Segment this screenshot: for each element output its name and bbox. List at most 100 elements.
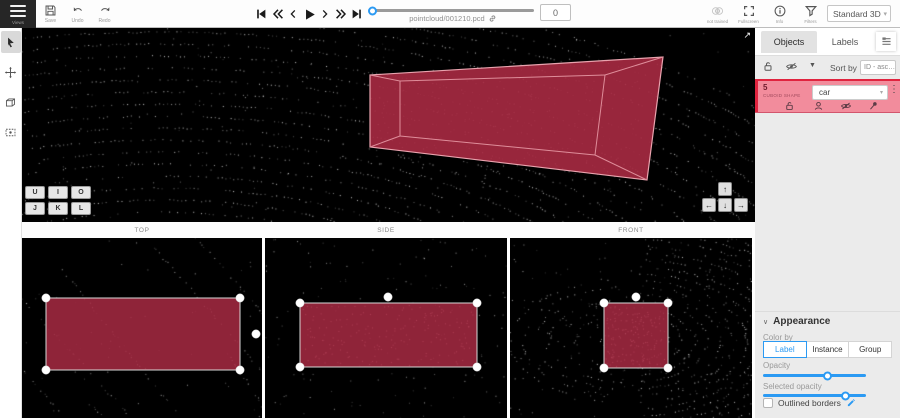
- hotkey-k[interactable]: K: [48, 202, 68, 215]
- skip-start-icon: [254, 7, 268, 21]
- select-tool[interactable]: [1, 31, 21, 53]
- hotkey-j[interactable]: J: [25, 202, 45, 215]
- object-pin-button[interactable]: [866, 100, 880, 112]
- save-button[interactable]: Save: [37, 0, 64, 28]
- top-view-annotation[interactable]: [22, 238, 262, 418]
- nav-right-button[interactable]: →: [734, 198, 748, 212]
- object-class-select[interactable]: car ▾: [812, 85, 888, 100]
- color-by-label-button[interactable]: Label: [763, 341, 807, 358]
- lock-icon: [784, 100, 795, 112]
- front-view-panel[interactable]: [510, 238, 752, 418]
- brain-icon: [710, 4, 725, 18]
- color-by-group-button[interactable]: Group: [848, 341, 892, 358]
- front-view-label: FRONT: [510, 222, 752, 238]
- hide-all-button[interactable]: [785, 60, 798, 78]
- nav-left-button[interactable]: ←: [702, 198, 716, 212]
- top-view-label: TOP: [22, 222, 262, 238]
- info-button[interactable]: Info: [764, 0, 795, 28]
- appearance-header[interactable]: ∨ Appearance: [763, 316, 830, 327]
- info-icon: [773, 4, 787, 18]
- camera-nav-pad: ↑ ← ↓ →: [702, 182, 748, 212]
- nav-down-button[interactable]: ↓: [718, 198, 732, 212]
- opacity-slider-handle[interactable]: [823, 371, 832, 380]
- hotkey-l[interactable]: L: [71, 202, 91, 215]
- redo-button[interactable]: Redo: [91, 0, 118, 28]
- fast-forward-icon: [334, 7, 349, 21]
- toolbar-right-actions: not trained Fullscreen Info Filters: [702, 0, 826, 28]
- layout-mode-select[interactable]: Standard 3D ▾: [827, 5, 891, 22]
- ortho-view-labels: TOP SIDE FRONT: [22, 222, 755, 238]
- file-actions: Save Undo Redo: [37, 0, 118, 28]
- cuboid-annotation-3d[interactable]: [22, 28, 755, 222]
- step-forward-button[interactable]: [317, 4, 333, 24]
- expand-view-icon[interactable]: ↗: [743, 30, 751, 41]
- pin-icon: [868, 100, 879, 112]
- edit-pencil-icon[interactable]: [846, 398, 856, 408]
- frame-select-icon: [4, 126, 17, 139]
- side-view-label: SIDE: [265, 222, 507, 238]
- frame-number-input[interactable]: 0: [540, 4, 571, 21]
- side-view-annotation[interactable]: [265, 238, 507, 418]
- chevron-down-icon: ▾: [895, 64, 896, 71]
- fullscreen-icon: [742, 4, 756, 18]
- fast-backward-button[interactable]: [269, 4, 285, 24]
- filters-button[interactable]: Filters: [795, 0, 826, 28]
- skip-start-button[interactable]: [253, 4, 269, 24]
- cuboid-icon: [4, 96, 17, 109]
- opacity-label: Opacity: [763, 361, 790, 370]
- hotkey-i[interactable]: I: [48, 186, 68, 199]
- frame-slider[interactable]: [372, 9, 534, 12]
- color-by-instance-button[interactable]: Instance: [806, 341, 850, 358]
- main-menu-button[interactable]: Views: [0, 0, 36, 28]
- selected-opacity-slider[interactable]: [763, 394, 866, 397]
- tab-labels[interactable]: Labels: [821, 31, 869, 53]
- cuboid-tool[interactable]: [1, 91, 21, 113]
- undo-icon: [71, 4, 85, 17]
- appearance-section: ∨ Appearance Color by Label Instance Gro…: [755, 311, 900, 418]
- top-view-panel[interactable]: [22, 238, 262, 418]
- tab-objects[interactable]: Objects: [761, 31, 817, 53]
- fullscreen-button[interactable]: Fullscreen: [733, 0, 764, 28]
- appearance-title: Appearance: [773, 316, 830, 327]
- cursor-icon: [4, 36, 17, 49]
- filename: pointcloud/001210.pcd: [409, 14, 484, 23]
- ortho-views: [22, 238, 755, 418]
- front-view-annotation[interactable]: [510, 238, 752, 418]
- frame-select-tool[interactable]: [1, 121, 21, 143]
- object-shape-type: CUBOID SHAPE: [763, 93, 801, 98]
- object-hide-button[interactable]: [839, 100, 853, 112]
- step-forward-icon: [319, 7, 331, 21]
- sort-select[interactable]: ID - asc… ▾: [860, 60, 896, 75]
- object-list-toolbar: ▼ Sort by ID - asc… ▾: [755, 56, 900, 79]
- opacity-slider[interactable]: [763, 374, 866, 377]
- chevron-down-icon: ▾: [880, 89, 883, 96]
- filter-icon: [804, 4, 818, 18]
- lock-all-button[interactable]: [762, 60, 774, 78]
- hotkey-o[interactable]: O: [71, 186, 91, 199]
- outlined-borders-checkbox[interactable]: [763, 398, 773, 408]
- main-3d-viewport[interactable]: U I O J K L ↑ ← ↓ → ↗: [22, 28, 755, 222]
- object-row-car[interactable]: 5 CUBOID SHAPE car ▾ ⋮: [755, 79, 900, 113]
- fast-forward-button[interactable]: [333, 4, 349, 24]
- object-lock-button[interactable]: [782, 100, 796, 112]
- pan-tool[interactable]: [1, 61, 21, 83]
- object-author-button[interactable]: [811, 100, 825, 112]
- nav-up-button[interactable]: ↑: [718, 182, 732, 196]
- object-menu-button[interactable]: ⋮: [889, 85, 899, 95]
- side-view-panel[interactable]: [265, 238, 507, 418]
- left-tool-rail: [0, 28, 22, 418]
- eye-off-icon: [840, 100, 852, 112]
- object-id: 5: [763, 83, 767, 92]
- selected-opacity-label: Selected opacity: [763, 382, 822, 391]
- step-backward-button[interactable]: [285, 4, 301, 24]
- collapse-chevron-icon: ∨: [763, 318, 768, 326]
- play-button[interactable]: [301, 4, 317, 24]
- not-trained-button[interactable]: not trained: [702, 0, 733, 28]
- hotkey-buttons: U I O J K L: [25, 186, 91, 215]
- link-icon[interactable]: [488, 14, 497, 23]
- panel-settings-button[interactable]: [876, 32, 896, 51]
- expand-all-caret[interactable]: ▼: [809, 62, 816, 69]
- undo-button[interactable]: Undo: [64, 0, 91, 28]
- hotkey-u[interactable]: U: [25, 186, 45, 199]
- playback-controls: [253, 0, 365, 28]
